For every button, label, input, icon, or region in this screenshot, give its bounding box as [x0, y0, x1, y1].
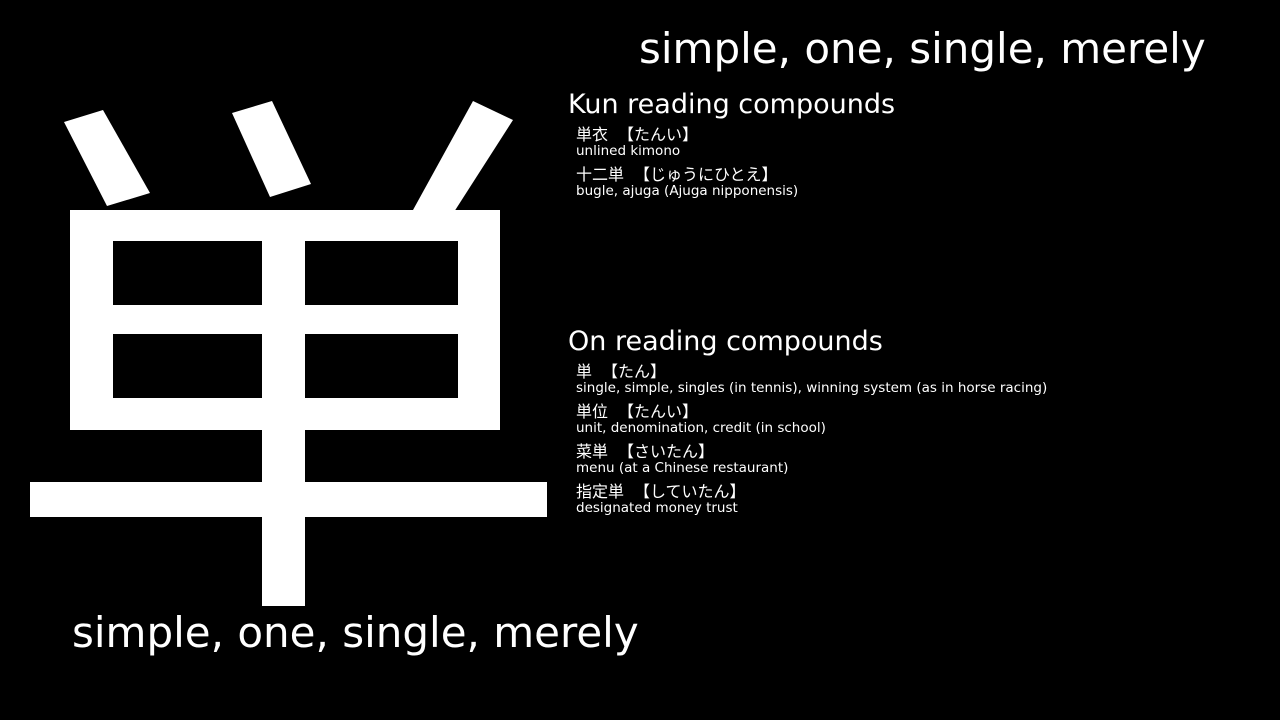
compound-entry: 単【たん】 single, simple, singles (in tennis… — [576, 362, 1268, 396]
compound-gloss: bugle, ajuga (Ajuga nipponensis) — [576, 183, 799, 199]
compound-entry: 菜単 【さいたん】 menu (at a Chinese restaurant) — [576, 442, 1268, 476]
compound-reading: 【じゅうにひとえ】 — [634, 165, 778, 184]
compound-reading: 【さいたん】 — [618, 442, 715, 461]
compound-entry: 単衣 【たんい】 unlined kimono — [576, 125, 1268, 159]
compound-gloss: designated money trust — [576, 500, 738, 516]
kanji-character-glyph — [30, 101, 547, 606]
kanji-meaning-bottom: simple, one, single, merely — [72, 608, 639, 657]
compound-gloss: unit, denomination, credit (in school) — [576, 420, 826, 436]
compound-entry: 指定単 【していたん】 designated money trust — [576, 482, 1268, 516]
on-reading-section: On reading compounds 単【たん】 single, simpl… — [568, 325, 1268, 522]
compound-gloss: menu (at a Chinese restaurant) — [576, 460, 789, 476]
compound-entry: 単位 【たんい】 unit, denomination, credit (in s… — [576, 402, 1268, 436]
compound-reading: 【たんい】 — [618, 125, 699, 144]
compound-word-line: 単【たん】 — [576, 362, 1268, 381]
compound-entry: 十二単 【じゅうにひとえ】 bugle, ajuga (Ajuga nippone… — [576, 165, 1268, 199]
kun-reading-section: Kun reading compounds 単衣 【たんい】 unlined ki… — [568, 88, 1268, 205]
compound-gloss: single, simple, singles (in tennis), win… — [576, 380, 1048, 396]
compound-word-line: 指定単 【していたん】 — [576, 482, 1268, 501]
kun-section-heading: Kun reading compounds — [568, 89, 896, 120]
compound-reading: 【たんい】 — [618, 402, 699, 421]
compound-word: 単位 — [576, 402, 609, 421]
compound-word-line: 十二単 【じゅうにひとえ】 — [576, 165, 1268, 184]
compound-word: 単 — [576, 362, 593, 381]
compound-word: 単衣 — [576, 125, 609, 144]
compound-word: 菜単 — [576, 442, 609, 461]
compound-word-line: 単衣 【たんい】 — [576, 125, 1268, 144]
compound-reading: 【たん】 — [602, 362, 667, 381]
compound-word-line: 単位 【たんい】 — [576, 402, 1268, 421]
compound-word-line: 菜単 【さいたん】 — [576, 442, 1268, 461]
kanji-meaning-top: simple, one, single, merely — [639, 24, 1206, 73]
compound-word: 指定単 — [576, 482, 625, 501]
compound-reading: 【していたん】 — [634, 482, 746, 501]
on-section-heading: On reading compounds — [568, 326, 883, 357]
compound-word: 十二単 — [576, 165, 625, 184]
compound-gloss: unlined kimono — [576, 143, 681, 159]
